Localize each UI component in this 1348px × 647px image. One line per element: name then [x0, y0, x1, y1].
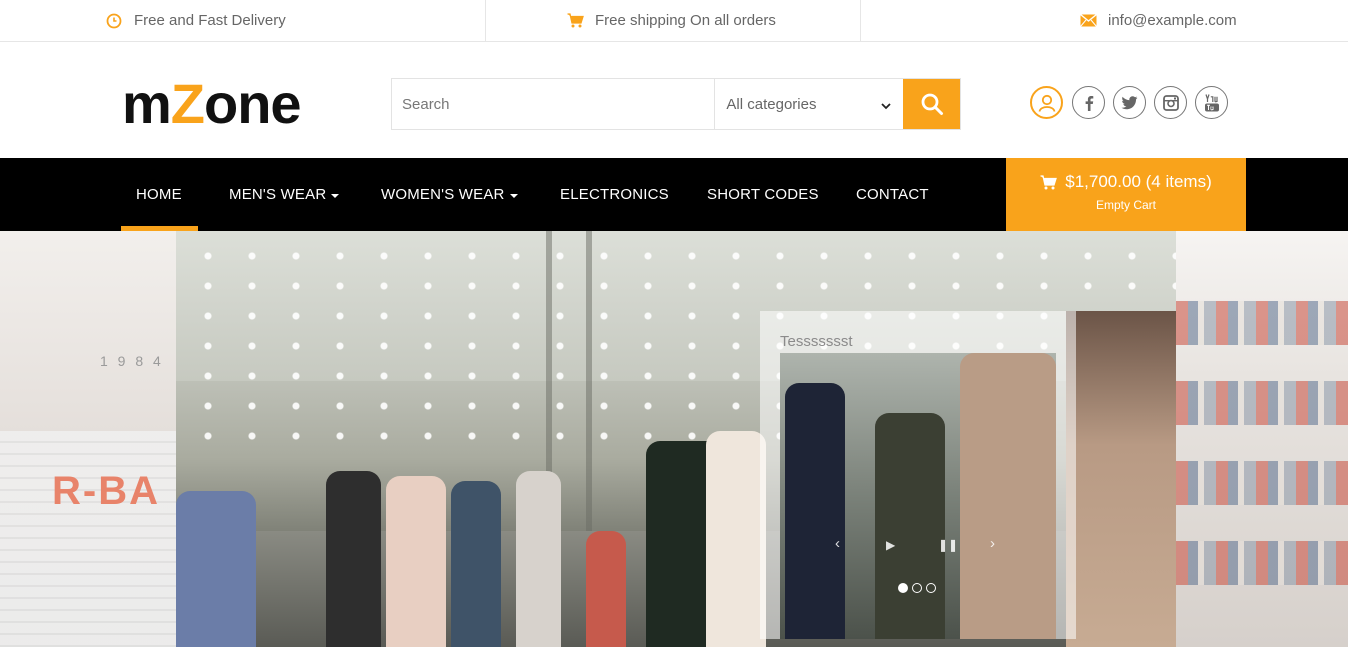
search-input[interactable]	[392, 79, 715, 129]
shipping-info: Free shipping On all orders	[565, 0, 776, 41]
facebook-link[interactable]	[1072, 86, 1105, 119]
chevron-down-icon	[881, 97, 891, 114]
site-logo[interactable]: mZone	[122, 74, 302, 134]
account-button[interactable]	[1030, 86, 1063, 119]
slide-caption: Tessssssst	[780, 333, 853, 350]
main-navigation: HOME MEN'S WEAR WOMEN'S WEAR ELECTRONICS…	[0, 158, 1348, 231]
envelope-icon	[1078, 11, 1098, 31]
top-info-bar: Free and Fast Delivery Free shipping On …	[0, 0, 1348, 42]
mini-cart[interactable]: $1,700.00 (4 items) Empty Cart	[1006, 158, 1246, 231]
chevron-right-icon[interactable]: ›	[990, 535, 995, 552]
twitter-icon	[1121, 95, 1138, 109]
previous-slide-preview[interactable]: 1 9 8 4 R-BA	[0, 231, 176, 647]
next-slide-preview[interactable]	[1176, 231, 1348, 647]
cart-icon	[565, 11, 585, 31]
play-icon[interactable]: ▶	[886, 538, 895, 552]
instagram-link[interactable]	[1154, 86, 1187, 119]
chevron-left-icon[interactable]: ‹	[835, 535, 840, 552]
youtube-icon	[1204, 93, 1219, 111]
shipping-text: Free shipping On all orders	[595, 12, 776, 29]
category-select-value: All categories	[726, 95, 817, 113]
inner-carousel: ‹ ▶ ❚❚ ›	[780, 353, 1056, 639]
email-info[interactable]: info@example.com	[1078, 0, 1237, 41]
empty-cart-link[interactable]: Empty Cart	[1006, 198, 1246, 212]
nav-item-contact[interactable]: CONTACT	[856, 158, 929, 231]
instagram-icon	[1162, 94, 1179, 111]
caption-panel: Tessssssst ‹ ▶ ❚❚ ›	[760, 311, 1076, 639]
delivery-text: Free and Fast Delivery	[134, 12, 286, 29]
category-select[interactable]: All categories	[714, 79, 903, 129]
search-icon	[921, 93, 943, 115]
carousel-dot[interactable]	[912, 583, 922, 593]
search-bar: All categories	[391, 78, 961, 130]
pause-icon[interactable]: ❚❚	[938, 538, 958, 552]
carousel-dots	[898, 583, 936, 593]
carousel-dot[interactable]	[926, 583, 936, 593]
cart-summary: $1,700.00 (4 items)	[1065, 172, 1212, 191]
slide-image: Tessssssst ‹ ▶ ❚❚ ›	[176, 231, 1176, 647]
carousel-dot[interactable]	[898, 583, 908, 593]
nav-item-home[interactable]: HOME	[136, 158, 182, 231]
twitter-link[interactable]	[1113, 86, 1146, 119]
nav-item-electronics[interactable]: ELECTRONICS	[560, 158, 669, 231]
clock-icon	[104, 11, 124, 31]
search-button[interactable]	[903, 79, 960, 129]
cart-icon	[1040, 174, 1058, 189]
caret-down-icon	[331, 193, 340, 198]
nav-item-short-codes[interactable]: SHORT CODES	[707, 158, 819, 231]
caret-down-icon	[509, 193, 518, 198]
decorative-wall-number: 1 9 8 4	[100, 353, 164, 369]
nav-item-mens-wear[interactable]: MEN'S WEAR	[229, 158, 340, 231]
user-icon	[1038, 94, 1055, 112]
nav-item-womens-wear[interactable]: WOMEN'S WEAR	[381, 158, 518, 231]
decorative-store-sign: R-BA	[52, 469, 160, 513]
facebook-icon	[1085, 95, 1093, 111]
delivery-info: Free and Fast Delivery	[104, 0, 286, 41]
hero-slider: 1 9 8 4 R-BA Tessssssst ‹ ▶ ❚❚ ›	[0, 231, 1348, 647]
email-link[interactable]: info@example.com	[1108, 12, 1237, 29]
youtube-link[interactable]	[1195, 86, 1228, 119]
